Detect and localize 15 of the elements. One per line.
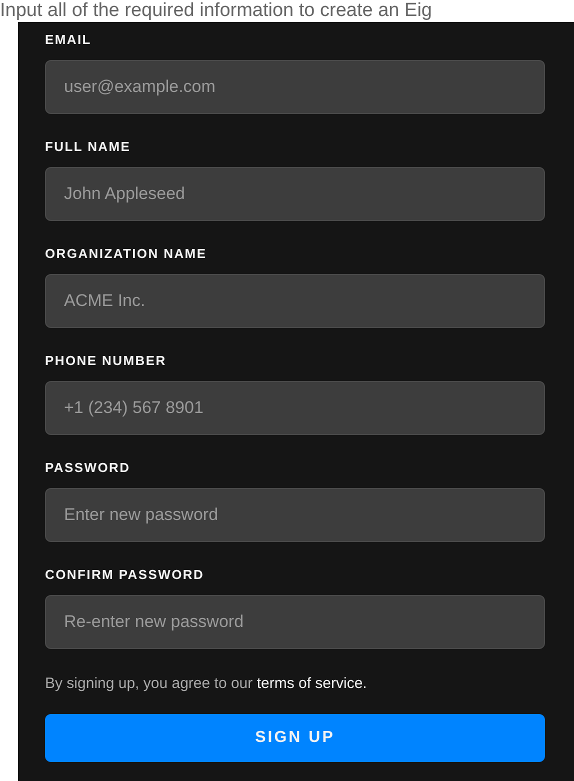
intro-text: Input all of the required information to create an Eig	[0, 0, 433, 22]
terms-link[interactable]: terms of service.	[256, 675, 367, 692]
field-label: ORGANIZATION NAME	[45, 246, 208, 262]
input-field[interactable]: Re-enter new password	[45, 595, 545, 649]
field-label: FULL NAME	[45, 139, 132, 155]
field-label: PHONE NUMBER	[45, 353, 168, 369]
input-field[interactable]: ACME Inc.	[45, 274, 545, 328]
field-label: EMAIL	[45, 32, 92, 48]
input-field[interactable]: +1 (234) 567 8901	[45, 381, 545, 435]
field-label: CONFIRM PASSWORD	[45, 567, 206, 583]
field-label: PASSWORD	[45, 460, 132, 476]
terms-text: By signing up, you agree to our terms of service.	[45, 674, 368, 694]
input-field[interactable]: user@example.com	[45, 60, 545, 114]
input-field[interactable]: John Appleseed	[45, 167, 545, 221]
input-field[interactable]: Enter new password	[45, 488, 545, 542]
